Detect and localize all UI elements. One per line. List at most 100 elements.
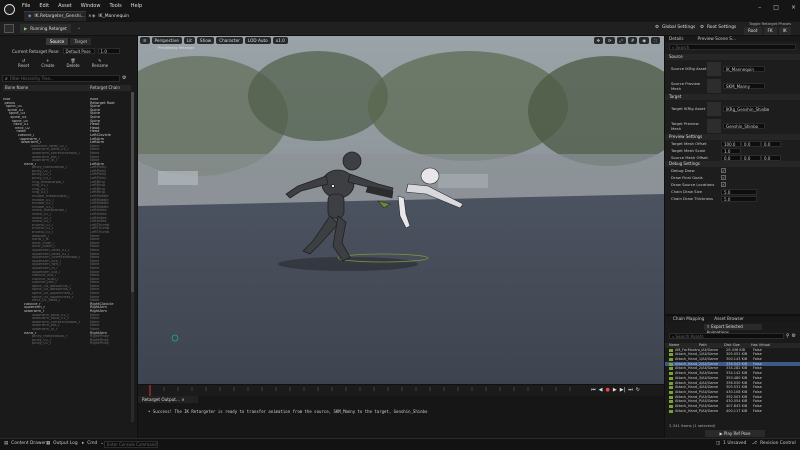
step-back-icon[interactable]: ◀ xyxy=(599,387,603,393)
step-forward-icon[interactable]: ▶| xyxy=(620,387,626,393)
lod-button[interactable]: LOD Auto xyxy=(244,37,271,44)
settings-gear-icon[interactable]: ⚙ xyxy=(122,75,126,81)
chain-size-input[interactable]: 5.0 xyxy=(721,188,757,195)
source-mesh-select[interactable]: SKM_Manny xyxy=(723,82,765,89)
root-icon: ⚙ xyxy=(700,25,704,30)
menu-edit[interactable]: Edit xyxy=(39,3,49,9)
revision-control-button[interactable]: ⎇ Revision Control xyxy=(752,441,796,446)
pose-number[interactable]: 1.0 xyxy=(97,48,120,54)
output-tab[interactable]: Retarget Output... × xyxy=(138,396,198,403)
character-button[interactable]: Character xyxy=(216,37,243,44)
tab-target[interactable]: Target xyxy=(70,38,92,45)
hierarchy-scrollbar[interactable] xyxy=(131,92,134,422)
maximize-icon[interactable]: □ xyxy=(773,4,779,11)
export-animations-button[interactable]: ⇪ Export Selected Animations xyxy=(703,324,762,335)
delete-button[interactable]: 🗑 Delete xyxy=(66,58,79,68)
perspective-button[interactable]: Perspective xyxy=(151,37,182,44)
source-offset-x[interactable]: 0.0 xyxy=(721,154,741,161)
target-offset-y[interactable]: 0.0 xyxy=(741,140,761,147)
target-rig-select[interactable]: IKRg_Genshin_Shinbo xyxy=(723,105,769,112)
menu-window[interactable]: Window xyxy=(81,3,101,9)
retarget-output-panel: Retarget Output... × • Success! The IK R… xyxy=(138,396,664,438)
unreal-logo-icon[interactable] xyxy=(4,4,15,15)
menu-file[interactable]: File xyxy=(22,3,30,9)
col-retarget-chain[interactable]: Retarget Chain xyxy=(90,85,120,91)
tab-chain-mapping[interactable]: Chain Mapping xyxy=(673,316,704,322)
rename-button[interactable]: ✎ Rename xyxy=(92,58,108,68)
close-icon[interactable]: × xyxy=(791,4,796,11)
create-button[interactable]: + Create xyxy=(41,58,54,68)
draw-source-checkbox[interactable]: ✓ xyxy=(721,182,726,187)
pose-select[interactable]: Default Pose xyxy=(62,48,95,54)
source-offset-y[interactable]: 0.0 xyxy=(741,154,761,161)
camera-icon[interactable]: ◉ xyxy=(639,37,650,44)
hierarchy-header: Bone Name Retarget Chain xyxy=(3,85,131,91)
running-retarget-button[interactable]: ▶ Running Retarget xyxy=(20,24,71,33)
debug-draw-checkbox[interactable]: ✓ xyxy=(721,168,726,173)
menu-asset[interactable]: Asset xyxy=(58,3,72,9)
unsaved-button[interactable]: ◫ 1 Unsaved xyxy=(716,441,746,446)
tab-source[interactable]: Source xyxy=(45,38,69,45)
target-mesh-select[interactable]: Genshin_Shinbo xyxy=(723,122,765,129)
timeline-bar[interactable]: ⏮ ◀ ● ▶ ▶| ⏭ ↻ xyxy=(138,384,664,397)
phase-ik-toggle[interactable]: IK xyxy=(778,27,791,35)
asset-row[interactable]: Attack_Hand_Perfi/All/Game 400.117 KiB Fal… xyxy=(665,409,800,414)
root-settings-button[interactable]: ⚙ Root Settings xyxy=(700,25,736,30)
viewport[interactable]: ≡ Perspective Lit Show Character LOD Aut… xyxy=(138,36,664,384)
translate-icon[interactable]: ✥ xyxy=(593,37,604,44)
hierarchy-search[interactable]: ⌕ Filter Hierarchy Tree... xyxy=(2,75,120,82)
minimize-icon[interactable]: – xyxy=(758,4,761,11)
tab-ik-mannequin[interactable]: ◈ IK_Mannequin xyxy=(88,11,140,21)
source-rig-select[interactable]: IK_Mannequin xyxy=(723,65,765,72)
target-offset-z[interactable]: 0.0 xyxy=(761,140,781,147)
lit-button[interactable]: Lit xyxy=(183,37,195,44)
draw-goals-checkbox[interactable]: ✓ xyxy=(721,175,726,180)
grid-icon[interactable]: # xyxy=(627,37,638,44)
drawer-icon: ▤ xyxy=(4,441,9,446)
loop-icon[interactable]: ↻ xyxy=(636,387,640,393)
play-icon[interactable]: ▶ xyxy=(613,387,617,393)
filter-icon[interactable]: ⚲ xyxy=(786,333,790,339)
tab-ik-retargeter[interactable]: ◈ IK.Retargeter_Genshi... × xyxy=(24,11,92,21)
draw-source-row: Draw Source Locations ✓ xyxy=(671,182,726,187)
target-scale-input[interactable]: 1.0 xyxy=(721,147,741,154)
tab-details[interactable]: Details xyxy=(669,36,684,42)
phase-root-toggle[interactable]: Root xyxy=(744,27,762,35)
anim-sequence-icon xyxy=(669,381,673,385)
playback-speed-button[interactable]: x1.0 xyxy=(272,37,288,44)
content-drawer-button[interactable]: ▤ Content Drawer xyxy=(4,441,46,446)
tab-asset-browser[interactable]: Asset Browser xyxy=(714,316,744,322)
show-button[interactable]: Show xyxy=(196,37,215,44)
phase-fk-toggle[interactable]: FK xyxy=(763,27,777,35)
play-ref-pose-button[interactable]: ▶ Play Ref Pose xyxy=(705,430,765,437)
details-search[interactable]: ⌕ Search xyxy=(669,44,796,50)
cmd-button[interactable]: ▸ Cmd ⌄ xyxy=(82,441,104,446)
source-mesh-offset-row: Source Mesh Offset 0.0 0.0 0.0 xyxy=(665,154,800,161)
chain-thickness-input[interactable]: 5.0 xyxy=(721,195,757,202)
to-start-icon[interactable]: ⏮ xyxy=(591,387,596,393)
col-bone-name[interactable]: Bone Name xyxy=(3,85,90,91)
details-tabs: Details Preview Scene S... xyxy=(665,36,800,42)
asset-search-input[interactable]: ⌕ Search Assets xyxy=(669,333,784,339)
asset-count: 2,341 items (1 selected) xyxy=(669,423,716,428)
target-offset-x[interactable]: 100.0 xyxy=(721,140,741,147)
console-command-input[interactable]: Enter Console Command xyxy=(104,441,158,448)
to-end-icon[interactable]: ⏭ xyxy=(628,387,633,393)
output-log-button[interactable]: ▦ Output Log xyxy=(46,441,78,446)
record-icon[interactable]: ● xyxy=(606,387,610,393)
bone-row[interactable]: pinky_02_r RightPinky xyxy=(3,342,131,346)
global-settings-button[interactable]: ⚙ Global Settings xyxy=(655,25,695,30)
save-icon[interactable] xyxy=(4,24,14,33)
menu-help[interactable]: Help xyxy=(131,3,142,9)
source-offset-z[interactable]: 0.0 xyxy=(761,154,781,161)
rotate-icon[interactable]: ⟳ xyxy=(605,37,615,44)
view-options-icon[interactable]: ⚙ xyxy=(792,333,796,339)
maximize-viewport-icon[interactable]: ⛶ xyxy=(651,37,660,44)
scale-icon[interactable]: ⤢ xyxy=(616,37,626,44)
tab-preview-scene[interactable]: Preview Scene S... xyxy=(698,36,736,42)
viewport-menu-icon[interactable]: ≡ xyxy=(140,37,150,44)
scrollbar-thumb[interactable] xyxy=(131,92,134,292)
reset-button[interactable]: ↺ Reset xyxy=(18,58,29,68)
toolbar-chevron-icon[interactable]: ⌄ xyxy=(77,25,81,31)
menu-tools[interactable]: Tools xyxy=(109,3,121,9)
